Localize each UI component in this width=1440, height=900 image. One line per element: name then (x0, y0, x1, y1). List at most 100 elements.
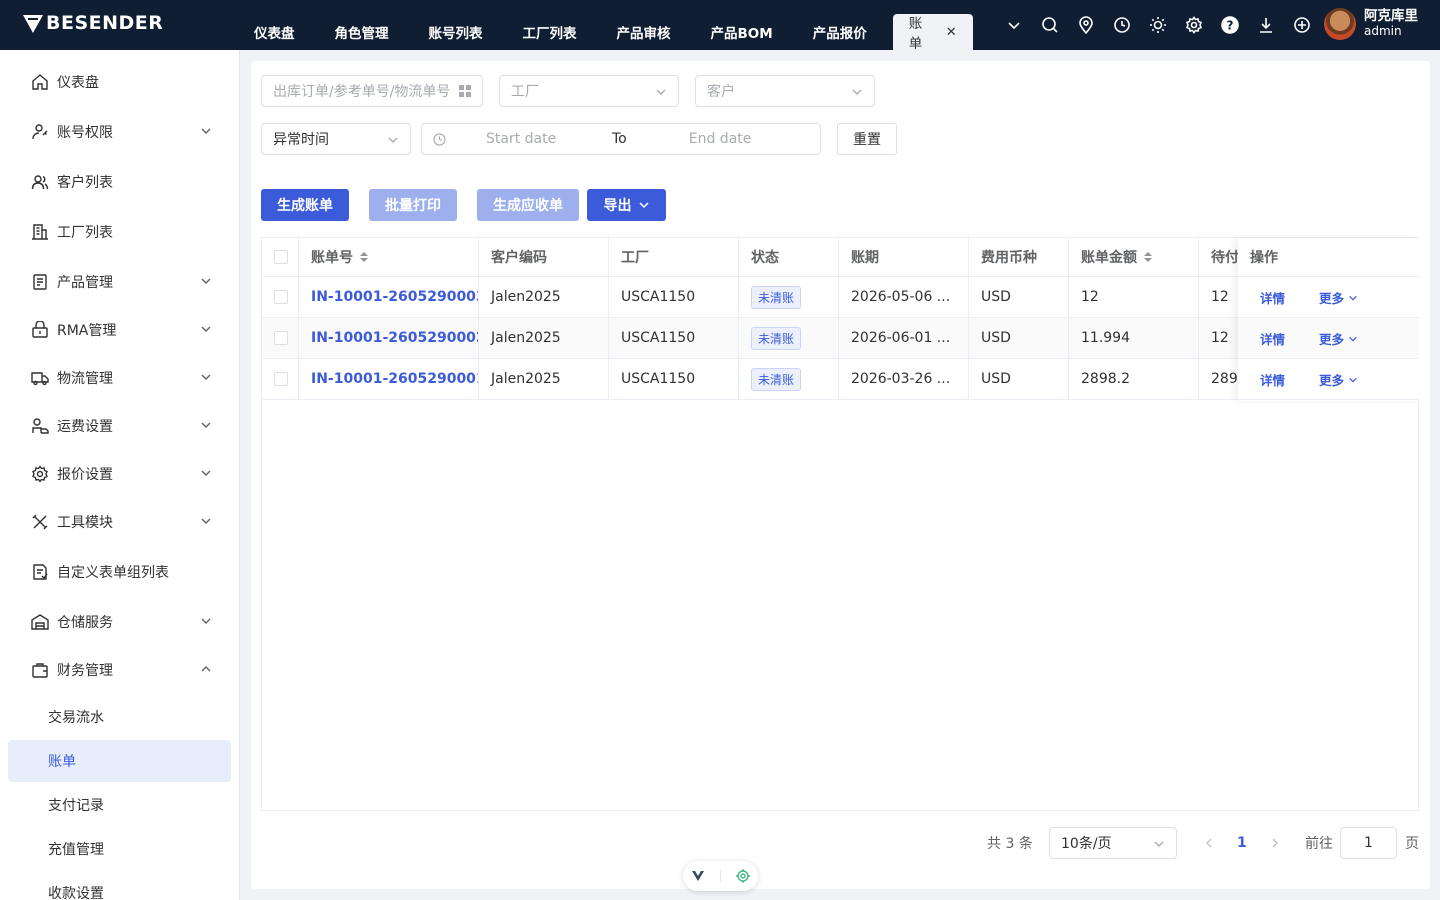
end-date-input[interactable]: End date (689, 131, 752, 147)
start-date-input[interactable]: Start date (486, 131, 586, 147)
detail-link[interactable]: 详情 (1260, 329, 1285, 348)
vue-logo-icon[interactable] (691, 869, 705, 883)
sidebar-item-label: 客户列表 (57, 175, 113, 191)
sort-icon[interactable] (359, 251, 369, 263)
sidebar-subitem-payment-records[interactable]: 支付记录 (8, 784, 231, 826)
generate-bill-button[interactable]: 生成账单 (261, 189, 349, 221)
bill-no-link[interactable]: IN-10001-2605290003 (311, 289, 478, 305)
bill-no-link[interactable]: IN-10001-2605290002 (311, 330, 478, 346)
brand-logo[interactable]: BESENDER (22, 12, 163, 34)
table-cell-customer: Jalen2025 (479, 277, 609, 318)
product-icon (33, 274, 47, 290)
time-type-select[interactable]: 异常时间 (261, 123, 411, 155)
more-dropdown[interactable]: 更多 (1319, 288, 1358, 307)
clock-icon (433, 132, 446, 146)
chevron-right-icon[interactable] (1269, 837, 1281, 849)
download-icon[interactable] (1248, 0, 1284, 50)
goto-label: 前往 (1305, 836, 1333, 852)
factory-select[interactable]: 工厂 (499, 75, 679, 107)
detail-link[interactable]: 详情 (1260, 288, 1285, 307)
batch-print-button[interactable]: 批量打印 (369, 189, 457, 221)
col-bill-no[interactable]: 账单号 (299, 238, 479, 277)
sidebar-item-finance-management[interactable]: 财务管理 (0, 646, 240, 694)
select-all-checkbox[interactable] (274, 250, 288, 264)
sort-icon[interactable] (1143, 251, 1153, 263)
help-icon[interactable]: ? (1212, 0, 1248, 50)
sidebar-item-warehouse-services[interactable]: 仓储服务 (0, 598, 240, 646)
tab-account-list[interactable]: 账号列表 (409, 14, 503, 50)
sidebar-item-logistics-management[interactable]: 物流管理 (0, 354, 240, 402)
sidebar-subitem-bill[interactable]: 账单 (8, 740, 231, 782)
col-amount[interactable]: 账单金额 (1069, 238, 1199, 277)
tab-dashboard[interactable]: 仪表盘 (234, 14, 315, 50)
search-icon[interactable] (1032, 0, 1068, 50)
sidebar-item-custom-form-groups[interactable]: 自定义表单组列表 (0, 548, 240, 596)
sidebar-item-product-management[interactable]: 产品管理 (0, 258, 240, 306)
tab-product-review[interactable]: 产品审核 (597, 14, 691, 50)
page-number-current[interactable]: 1 (1237, 835, 1247, 851)
divider (719, 870, 721, 882)
table-row-select (262, 318, 299, 359)
pagination: 共 3 条 (987, 827, 1033, 859)
sidebar-item-label: 报价设置 (57, 467, 113, 483)
sidebar-item-account-permissions[interactable]: 账号权限 (0, 108, 240, 156)
tab-bill[interactable]: 账单 ✕ (892, 14, 973, 52)
sidebar-item-quote-settings[interactable]: 报价设置 (0, 450, 240, 498)
reset-button[interactable]: 重置 (837, 123, 897, 155)
chevron-down-icon (852, 89, 862, 95)
sidebar-subitem-transactions[interactable]: 交易流水 (8, 696, 231, 738)
export-button[interactable]: 导出 (587, 189, 666, 221)
sidebar-subitem-recharge-management[interactable]: 充值管理 (8, 828, 231, 870)
sidebar-item-customer-list[interactable]: 客户列表 (0, 158, 240, 206)
tab-factory-list[interactable]: 工厂列表 (503, 14, 597, 50)
row-checkbox[interactable] (274, 331, 288, 345)
date-range-picker[interactable]: Start date To End date (421, 123, 821, 155)
sidebar-subitem-collection-settings[interactable]: 收款设置 (8, 872, 231, 900)
bill-no-link[interactable]: IN-10001-2605290001 (311, 371, 478, 387)
sidebar-item-tools-module[interactable]: 工具模块 (0, 498, 240, 546)
order-search-input[interactable]: 出库订单/参考单号/物流单号 (261, 75, 483, 107)
status-badge: 未清账 (751, 367, 802, 391)
table-cell-status: 未清账 (739, 318, 839, 359)
sidebar-item-factory-list[interactable]: 工厂列表 (0, 208, 240, 256)
chevron-down-icon[interactable] (996, 0, 1032, 50)
user-menu[interactable]: 阿克库里 admin (1324, 8, 1418, 40)
location-icon[interactable] (1068, 0, 1104, 50)
table-cell-status: 未清账 (739, 359, 839, 400)
gear-icon[interactable] (1176, 0, 1212, 50)
tab-product-bom[interactable]: 产品BOM (691, 14, 793, 50)
target-icon[interactable] (736, 869, 751, 883)
col-status: 状态 (739, 238, 839, 277)
add-circle-icon[interactable] (1284, 0, 1320, 50)
more-dropdown[interactable]: 更多 (1319, 370, 1358, 389)
clock-icon[interactable] (1104, 0, 1140, 50)
tools-icon (32, 514, 48, 530)
tab-role-management[interactable]: 角色管理 (315, 14, 409, 50)
sidebar-item-label: RMA管理 (57, 323, 117, 339)
form-icon (33, 564, 48, 580)
table-cell-bill-no: IN-10001-2605290003 (299, 277, 479, 318)
more-dropdown[interactable]: 更多 (1319, 329, 1358, 348)
chevron-left-icon[interactable] (1203, 837, 1215, 849)
sidebar-item-dashboard[interactable]: 仪表盘 (0, 58, 240, 106)
detail-link[interactable]: 详情 (1260, 370, 1285, 389)
sidebar-item-freight-settings[interactable]: 运费设置 (0, 402, 240, 450)
header-toolbar: ? (996, 0, 1320, 50)
tab-product-quote[interactable]: 产品报价 (793, 14, 887, 50)
col-operations: 操作 (1238, 238, 1419, 277)
sidebar-item-rma-management[interactable]: RMA管理 (0, 306, 240, 354)
table-cell-factory: USCA1150 (609, 359, 739, 400)
close-icon[interactable]: ✕ (946, 25, 957, 40)
customer-select[interactable]: 客户 (695, 75, 875, 107)
row-checkbox[interactable] (274, 372, 288, 386)
avatar[interactable] (1324, 8, 1356, 40)
page-size-select[interactable]: 10条/页 (1049, 827, 1177, 859)
goto-page-input[interactable]: 1 (1340, 827, 1397, 859)
page-size-value: 10条/页 (1061, 836, 1112, 852)
generate-receivable-button[interactable]: 生成应收单 (477, 189, 579, 221)
sun-icon[interactable] (1140, 0, 1176, 50)
grid-icon[interactable] (459, 85, 471, 97)
row-checkbox[interactable] (274, 290, 288, 304)
bills-table: 账单号 客户编码 工厂 状态 账期 费用币种 账单金额 待付 IN-10001-… (261, 237, 1419, 811)
rma-icon (32, 321, 48, 338)
